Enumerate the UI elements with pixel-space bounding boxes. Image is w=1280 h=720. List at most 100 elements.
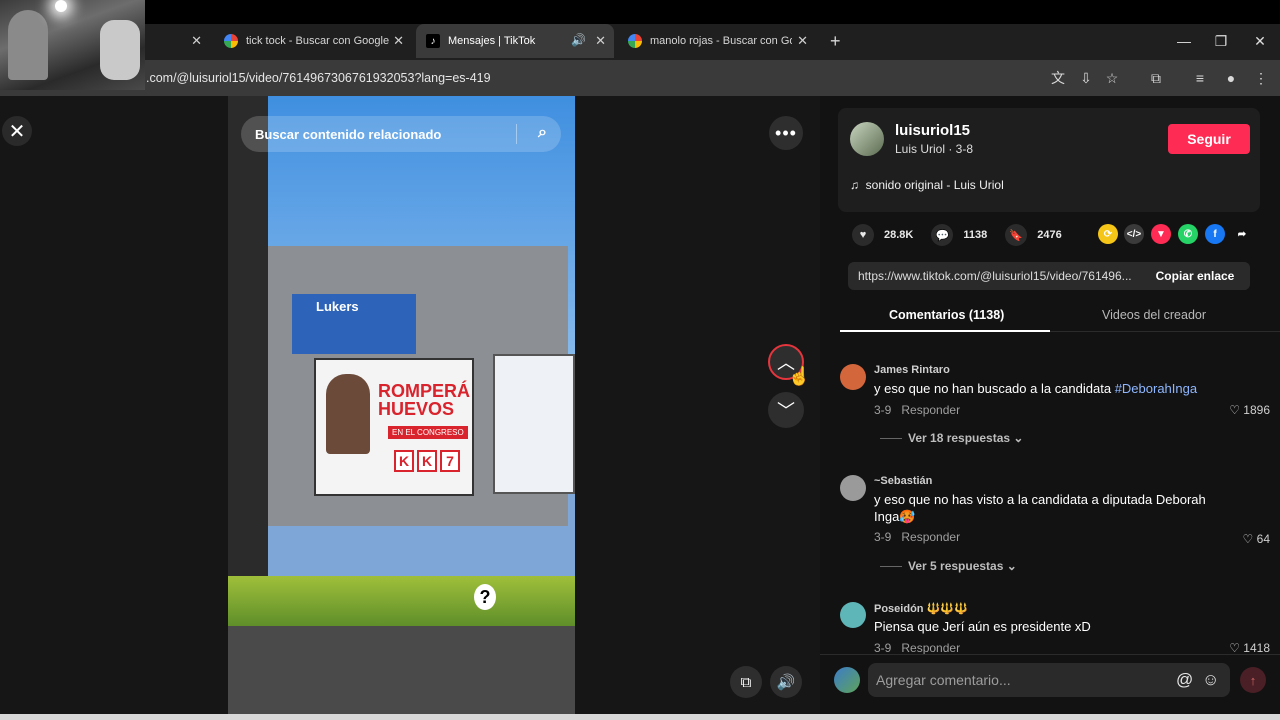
second-billboard — [493, 354, 575, 494]
tab-close-icon[interactable]: ✕ — [797, 33, 808, 49]
question-sticker: ? — [474, 584, 496, 610]
my-avatar — [834, 667, 860, 693]
tab-close-icon[interactable]: ✕ — [191, 33, 202, 49]
comment-meta: 3-9 Responder — [874, 641, 961, 654]
browser-menu-icon[interactable]: ⋮ — [1251, 68, 1271, 88]
related-search-placeholder: Buscar contenido relacionado — [255, 126, 442, 142]
tab-close-icon[interactable]: ✕ — [595, 33, 606, 49]
tab-tiktok[interactable]: ♪ Mensajes | TikTok 🔊 ✕ — [416, 24, 614, 58]
copy-link-button[interactable]: Copiar enlace — [1140, 262, 1250, 290]
emoji-icon[interactable]: ☺ — [1202, 670, 1219, 690]
author-display: Luis Uriol · 3-8 — [895, 142, 974, 156]
share-arrow-icon[interactable]: ➦ — [1232, 224, 1252, 244]
comment-meta: 3-9 Responder — [874, 403, 961, 417]
comment-item: ~Sebastián y eso que no has visto a la c… — [840, 475, 1270, 585]
commenter-name[interactable]: James Rintaro — [874, 364, 950, 376]
store-sign: Lukers — [292, 294, 416, 354]
extensions-icon[interactable]: ⧉ — [1146, 68, 1166, 88]
hashtag-link[interactable]: #DeborahInga — [1115, 381, 1197, 396]
author-avatar[interactable] — [850, 122, 884, 156]
video-player[interactable]: Lukers ROMPERÁ HUEVOS EN EL CONGRESO K K… — [228, 96, 575, 714]
send-message-icon[interactable]: ▼ — [1151, 224, 1171, 244]
comment-likes[interactable]: ♡ 1418 — [1229, 641, 1270, 654]
tiktok-icon: ♪ — [426, 34, 440, 48]
commenter-name[interactable]: ~Sebastián — [874, 475, 932, 487]
commenter-avatar[interactable] — [840, 475, 866, 501]
browser-tab-bar: ✕ tick tock - Buscar con Google ✕ ♪ Mens… — [0, 0, 1280, 60]
comment-likes[interactable]: ♡ 1896 — [1229, 403, 1270, 417]
google-icon — [224, 34, 238, 48]
billboard-portrait — [326, 374, 370, 454]
reply-link[interactable]: Responder — [901, 530, 960, 544]
tab-google-search-1[interactable]: tick tock - Buscar con Google ✕ — [214, 24, 412, 58]
pip-icon[interactable]: ⧉ — [730, 666, 762, 698]
translate-icon[interactable]: 文 — [1048, 68, 1068, 88]
view-replies-button[interactable]: Ver 5 respuestas ⌄ — [880, 559, 1017, 573]
tab-partial[interactable]: ✕ — [140, 24, 210, 58]
minimize-icon[interactable]: — — [1172, 30, 1196, 52]
related-search-input[interactable]: Buscar contenido relacionado ⌕ — [241, 116, 561, 152]
campaign-billboard: ROMPERÁ HUEVOS EN EL CONGRESO K K 7 — [314, 358, 474, 496]
url-text[interactable]: .com/@luisuriol15/video/7614967306761932… — [146, 71, 491, 85]
speaker-icon[interactable]: 🔊 — [571, 33, 586, 47]
webcam-object — [100, 20, 140, 80]
video-grass — [228, 576, 575, 626]
comment-icon[interactable]: 💬 — [931, 224, 954, 246]
close-window-icon[interactable]: ✕ — [1248, 30, 1272, 52]
likes-count: 28.8K — [884, 229, 914, 241]
taskbar-strip — [0, 714, 1280, 720]
follow-button[interactable]: Seguir — [1168, 124, 1250, 154]
embed-icon[interactable]: </> — [1124, 224, 1144, 244]
video-stage: Lukers ROMPERÁ HUEVOS EN EL CONGRESO K K… — [0, 96, 820, 716]
post-comment-icon[interactable]: ↑ — [1240, 667, 1266, 693]
saves-count: 2476 — [1037, 229, 1062, 241]
mention-icon[interactable]: @ — [1176, 670, 1193, 690]
whatsapp-icon[interactable]: ✆ — [1178, 224, 1198, 244]
media-control-icon[interactable]: ≡ — [1190, 68, 1210, 88]
active-tab-underline — [840, 330, 1050, 332]
comment-text: y eso que no has visto a la candidata a … — [874, 492, 1206, 524]
commenter-avatar[interactable] — [840, 602, 866, 628]
webcam-person — [8, 10, 48, 80]
new-tab-button[interactable]: + — [820, 24, 846, 58]
bookmark-icon[interactable]: 🔖 — [1005, 224, 1028, 246]
view-replies-button[interactable]: Ver 18 respuestas ⌄ — [880, 431, 1023, 445]
commenter-name[interactable]: Poseidón 🔱🔱🔱 — [874, 602, 968, 615]
facebook-icon[interactable]: f — [1205, 224, 1225, 244]
video-pole — [228, 96, 268, 576]
sound-row[interactable]: ♫ sonido original - Luis Uriol — [850, 178, 1004, 192]
more-options-button[interactable]: ••• — [769, 116, 803, 150]
comment-input[interactable]: Agregar comentario... @ ☺ — [868, 663, 1230, 697]
comment-placeholder: Agregar comentario... — [876, 672, 1011, 688]
comment-text: Piensa que Jerí aún es presidente xD — [874, 619, 1091, 634]
tab-close-icon[interactable]: ✕ — [393, 33, 404, 49]
close-video-button[interactable]: ✕ — [2, 116, 32, 146]
next-video-button[interactable]: ﹀ — [768, 392, 804, 428]
hand-cursor-icon: ☝ — [788, 366, 811, 386]
commenter-avatar[interactable] — [840, 364, 866, 390]
video-link-field[interactable]: https://www.tiktok.com/@luisuriol15/vide… — [848, 262, 1250, 290]
box-1: K — [394, 450, 414, 472]
webcam-overlay — [0, 0, 145, 90]
reply-link[interactable]: Responder — [901, 403, 960, 417]
search-icon[interactable]: ⌕ — [538, 124, 547, 142]
volume-icon[interactable]: 🔊 — [770, 666, 802, 698]
maximize-icon[interactable]: ❐ — [1209, 30, 1233, 52]
tab-label: tick tock - Buscar con Google — [246, 35, 390, 47]
comment-likes[interactable]: ♡ 64 — [1243, 532, 1270, 546]
google-icon — [628, 34, 642, 48]
tab-creator-videos[interactable]: Videos del creador — [1102, 308, 1206, 322]
webcam-light — [55, 0, 67, 12]
install-app-icon[interactable]: ⇩ — [1076, 68, 1096, 88]
reply-link[interactable]: Responder — [901, 641, 960, 654]
heart-icon[interactable]: ♥ — [852, 224, 874, 246]
tab-comments[interactable]: Comentarios (1138) — [889, 308, 1004, 322]
repost-icon[interactable]: ⟳ — [1098, 224, 1118, 244]
tab-google-search-2[interactable]: manolo rojas - Buscar con Goo ✕ — [618, 24, 816, 58]
bookmark-star-icon[interactable]: ☆ — [1102, 68, 1122, 88]
author-username[interactable]: luisuriol15 — [895, 122, 970, 139]
comments-count: 1138 — [963, 229, 988, 241]
stats-row: ♥ 28.8K 💬 1138 🔖 2476 — [852, 224, 1062, 246]
profile-icon[interactable]: ● — [1221, 68, 1241, 88]
comment-item: James Rintaro y eso que no han buscado a… — [840, 364, 1270, 474]
